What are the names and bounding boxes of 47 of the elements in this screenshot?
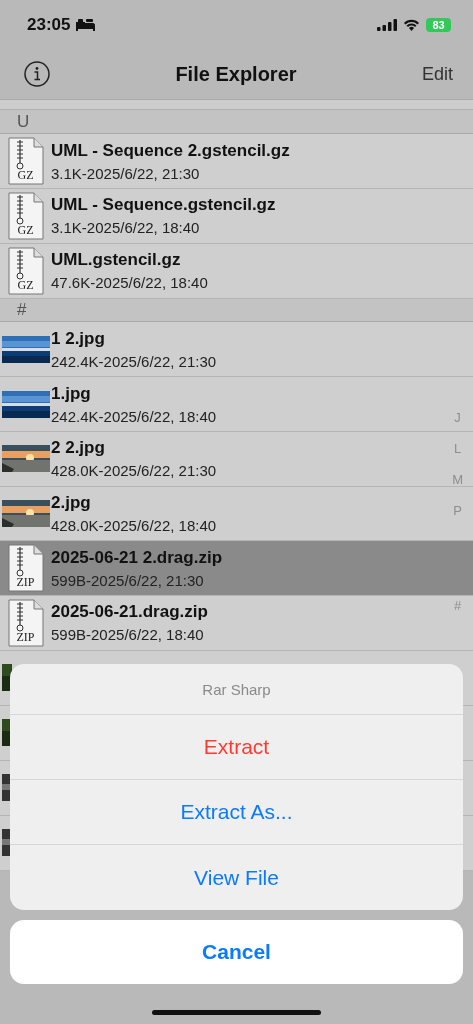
- zipped-file-icon: [7, 191, 44, 240]
- section-header: U: [17, 111, 30, 132]
- sheet-title: Rar Sharp: [202, 680, 271, 698]
- file-type-label: GZ: [16, 168, 35, 184]
- zipped-file-icon: [7, 544, 44, 593]
- file-details: 242.4K-2025/6/22, 18:40: [51, 407, 217, 425]
- file-type-label: ZIP: [15, 629, 36, 645]
- section-header: #: [17, 300, 27, 320]
- bed-icon: [76, 18, 96, 31]
- file-details: 3.1K-2025/6/22, 21:30: [51, 164, 201, 182]
- file-row[interactable]: 1 2.jpg 242.4K-2025/6/22, 21:30: [0, 322, 473, 378]
- wifi-icon: [403, 18, 420, 31]
- file-name: 2.jpg: [51, 493, 92, 513]
- info-icon[interactable]: [24, 61, 50, 88]
- file-name: 1.jpg: [51, 383, 92, 404]
- file-details: 428.0K-2025/6/22, 21:30: [51, 462, 217, 480]
- nav-title: File Explorer: [175, 62, 297, 86]
- file-details: 599B-2025/6/22, 18:40: [51, 626, 205, 644]
- file-name: UML.gstencil.gz: [51, 250, 182, 271]
- file-row[interactable]: GZ UML.gstencil.gz 47.6K-2025/6/22, 18:40: [0, 243, 473, 299]
- file-row[interactable]: GZ UML - Sequence.gstencil.gz 3.1K-2025/6/22, 18:40: [0, 189, 473, 244]
- file-details: 242.4K-2025/6/22, 21:30: [51, 352, 217, 370]
- file-details: 47.6K-2025/6/22, 18:40: [51, 274, 208, 292]
- file-row[interactable]: ZIP 2025-06-21 2.drag.zip 599B-2025/6/22, 21:30: [0, 541, 473, 597]
- zipped-file-icon: [7, 246, 44, 295]
- status-time: 23:05: [27, 14, 71, 35]
- file-name: UML - Sequence 2.gstencil.gz: [51, 140, 290, 161]
- file-type-label: GZ: [16, 277, 35, 293]
- file-details: 599B-2025/6/22, 21:30: [51, 571, 205, 589]
- file-name: 2 2.jpg: [51, 438, 106, 459]
- action-button[interactable]: View File: [10, 845, 463, 910]
- file-name: 2025-06-21 2.drag.zip: [51, 547, 223, 568]
- file-type-label: ZIP: [15, 575, 36, 591]
- zipped-file-icon: [7, 137, 44, 186]
- signal-icon: [377, 18, 397, 31]
- action-button[interactable]: Extract As...: [10, 780, 463, 845]
- file-name: 2025-06-21.drag.zip: [51, 602, 208, 623]
- file-details: 3.1K-2025/6/22, 18:40: [51, 219, 201, 237]
- battery-level: 83: [426, 17, 451, 32]
- file-type-label: GZ: [16, 222, 35, 238]
- file-name: UML - Sequence.gstencil.gz: [51, 195, 276, 216]
- zipped-file-icon: [7, 598, 44, 647]
- file-name: 1 2.jpg: [51, 328, 106, 349]
- edit-button[interactable]: Edit: [421, 63, 453, 85]
- cancel-button[interactable]: Cancel: [10, 920, 463, 984]
- file-details: 428.0K-2025/6/22, 18:40: [51, 517, 217, 534]
- file-row[interactable]: GZ UML - Sequence 2.gstencil.gz 3.1K-2025/6/22, 21:30: [0, 134, 473, 190]
